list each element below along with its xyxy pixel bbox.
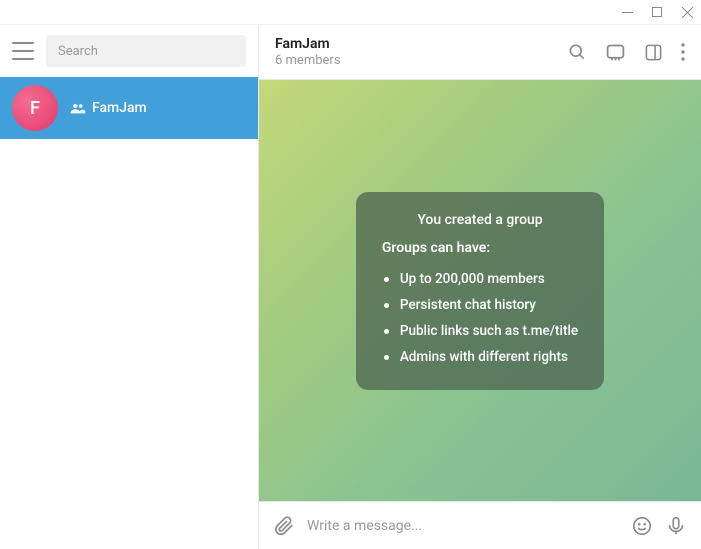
message-input[interactable] (307, 518, 619, 534)
menu-button[interactable] (12, 42, 34, 60)
voice-icon[interactable] (665, 515, 687, 537)
chat-area: You created a group Groups can have: Up … (259, 80, 701, 501)
chat-name: FamJam (92, 100, 147, 116)
chat-header: FamJam 6 members (259, 25, 701, 80)
attach-icon[interactable] (273, 515, 295, 537)
sidebar: F FamJam (0, 25, 259, 549)
close-button[interactable] (681, 6, 693, 18)
info-list: Up to 200,000 members Persistent chat hi… (382, 266, 578, 370)
info-item: Persistent chat history (382, 292, 578, 318)
maximize-button[interactable] (651, 6, 663, 18)
search-icon[interactable] (567, 42, 587, 62)
chat-list: F FamJam (0, 77, 258, 549)
chat-list-item[interactable]: F FamJam (0, 77, 258, 139)
group-icon (70, 102, 86, 114)
info-subtitle: Groups can have: (382, 240, 578, 256)
window-titlebar (0, 0, 701, 25)
chat-title: FamJam (275, 36, 567, 52)
minimize-button[interactable] (621, 6, 633, 18)
message-composer (259, 501, 701, 549)
info-item: Up to 200,000 members (382, 266, 578, 292)
sidepanel-icon[interactable] (644, 43, 663, 62)
info-item: Admins with different rights (382, 344, 578, 370)
chat-subtitle: 6 members (275, 53, 567, 68)
avatar: F (12, 85, 58, 131)
main-panel: FamJam 6 members You created a group Gro… (259, 25, 701, 549)
more-icon[interactable] (681, 43, 685, 61)
chat-header-info[interactable]: FamJam 6 members (275, 36, 567, 68)
search-input[interactable] (46, 35, 246, 67)
emoji-icon[interactable] (631, 515, 653, 537)
info-title: You created a group (382, 212, 578, 228)
group-info-card: You created a group Groups can have: Up … (356, 192, 604, 390)
info-item: Public links such as t.me/title (382, 318, 578, 344)
live-stream-icon[interactable] (605, 42, 626, 63)
